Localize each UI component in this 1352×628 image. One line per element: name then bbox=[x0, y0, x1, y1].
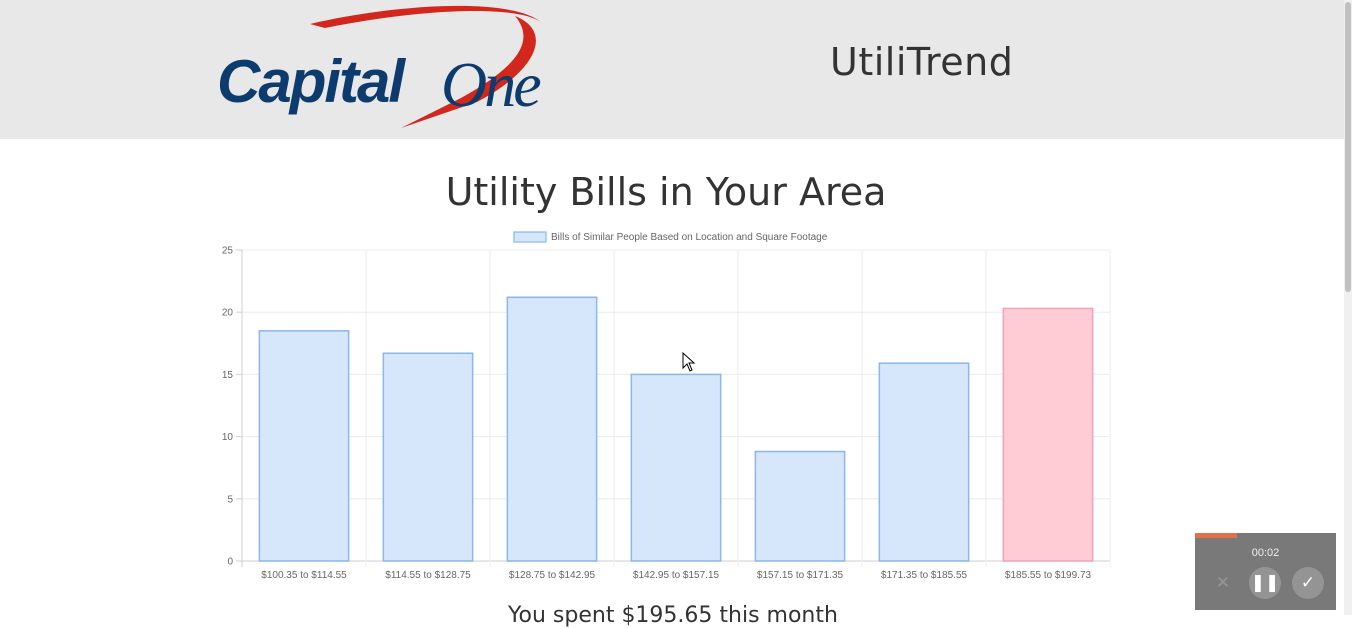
x-tick-label: $100.35 to $114.55 bbox=[261, 570, 347, 581]
x-tick-label: $185.55 to $199.73 bbox=[1005, 570, 1092, 581]
capital-one-logo[interactable]: Capital One bbox=[215, 2, 565, 130]
svg-text:Capital: Capital bbox=[217, 48, 406, 115]
scrollbar-thumb[interactable] bbox=[1345, 2, 1351, 292]
player-time: 00:02 bbox=[1251, 547, 1280, 559]
close-button[interactable]: ✕ bbox=[1207, 567, 1239, 599]
x-tick-label: $142.95 to $157.15 bbox=[633, 570, 720, 581]
y-tick-label: 0 bbox=[227, 557, 233, 568]
chart-bars bbox=[258, 296, 1094, 562]
bar bbox=[258, 330, 350, 562]
mouse-cursor bbox=[682, 352, 696, 372]
bar bbox=[878, 362, 970, 562]
app-title: UtiliTrend bbox=[830, 40, 1014, 84]
legend-swatch bbox=[513, 231, 547, 243]
page-title: Utility Bills in Your Area bbox=[445, 170, 887, 214]
confirm-button[interactable]: ✓ bbox=[1292, 567, 1324, 599]
legend-label: Bills of Similar People Based on Locatio… bbox=[551, 232, 828, 243]
x-tick-label: $114.55 to $128.75 bbox=[385, 570, 471, 581]
y-axis: 0 5 10 15 20 25 bbox=[222, 246, 242, 568]
bar bbox=[754, 450, 846, 562]
x-tick-label: $128.75 to $142.95 bbox=[509, 570, 596, 581]
chart-legend[interactable]: Bills of Similar People Based on Locatio… bbox=[513, 231, 828, 243]
x-axis: $100.35 to $114.55 $114.55 to $128.75 $128… bbox=[261, 570, 1091, 581]
x-tick-label: $171.35 to $185.55 bbox=[881, 570, 968, 581]
y-tick-label: 5 bbox=[227, 494, 233, 505]
bar bbox=[506, 296, 598, 562]
pause-icon: ❚❚ bbox=[1250, 573, 1280, 593]
recording-player: 00:02 ✕ ❚❚ ✓ bbox=[1195, 533, 1336, 610]
y-tick-label: 25 bbox=[222, 246, 234, 257]
y-tick-label: 10 bbox=[222, 432, 234, 443]
check-icon: ✓ bbox=[1300, 573, 1316, 593]
y-tick-label: 20 bbox=[222, 308, 234, 319]
svg-text:One: One bbox=[441, 49, 540, 120]
x-tick-label: $157.15 to $171.35 bbox=[757, 570, 844, 581]
header-bar: Capital One UtiliTrend bbox=[0, 0, 1344, 139]
close-icon: ✕ bbox=[1215, 573, 1231, 593]
player-progress-bar[interactable] bbox=[1195, 533, 1238, 538]
y-tick-label: 15 bbox=[222, 370, 234, 381]
bar bbox=[382, 352, 474, 562]
pause-button[interactable]: ❚❚ bbox=[1249, 567, 1281, 599]
bar bbox=[630, 373, 722, 562]
spending-summary: You spent $195.65 this month bbox=[508, 603, 838, 628]
bar-chart: Bills of Similar People Based on Locatio… bbox=[222, 231, 1111, 581]
bar bbox=[1002, 307, 1094, 562]
